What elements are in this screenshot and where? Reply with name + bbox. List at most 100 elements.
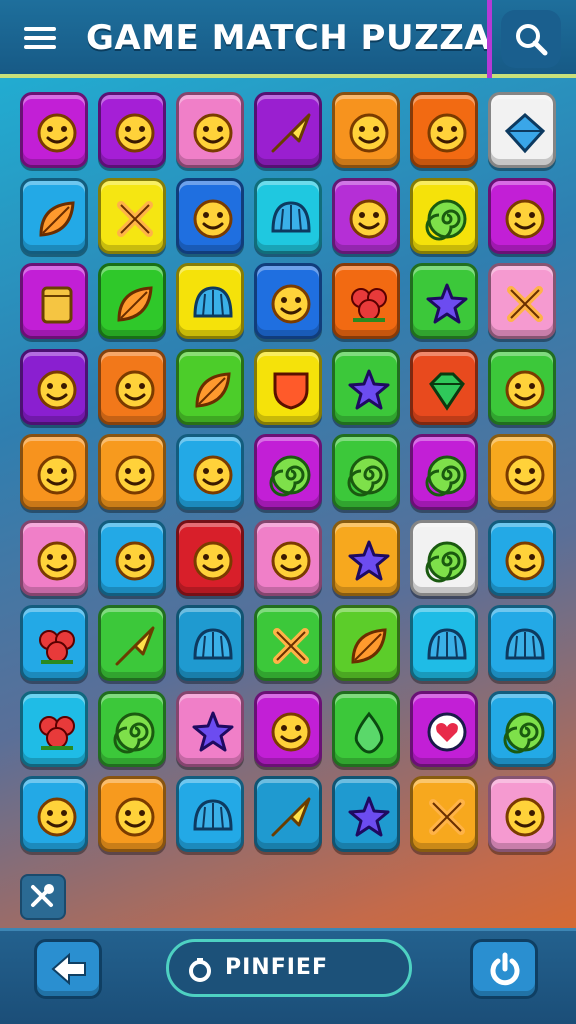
tile-r8-c2[interactable] (98, 690, 166, 767)
arrow-icon (271, 113, 311, 153)
tile-r9-c7[interactable] (488, 776, 556, 852)
tile-r2-c5[interactable] (332, 177, 400, 254)
search-icon (516, 24, 548, 56)
game-board (18, 90, 562, 866)
tile-r3-c1[interactable] (20, 263, 88, 339)
tile-r4-c3[interactable] (176, 348, 244, 425)
tile-r9-c3[interactable] (176, 776, 244, 852)
tile-r5-c4[interactable] (254, 434, 322, 510)
back-arrow-icon (51, 952, 86, 986)
back-button[interactable] (34, 939, 102, 999)
tile-r9-c2[interactable] (98, 776, 166, 852)
tile-r4-c6[interactable] (410, 348, 478, 425)
side-tool-button[interactable] (20, 874, 66, 920)
tile-r1-c4[interactable] (254, 92, 322, 168)
face-icon (505, 199, 545, 238)
face-icon (349, 113, 389, 153)
tile-r5-c3[interactable] (176, 434, 244, 510)
tile-r8-c5[interactable] (332, 690, 400, 767)
hamburger-menu-icon[interactable] (24, 22, 62, 54)
face-icon (505, 797, 545, 837)
tile-r2-c6[interactable] (410, 177, 478, 254)
tile-r4-c4[interactable] (254, 348, 322, 425)
shield-icon (273, 372, 309, 410)
face-icon (115, 797, 155, 837)
tile-r1-c7[interactable] (488, 92, 556, 168)
tile-r8-c7[interactable] (488, 690, 556, 767)
tile-r9-c4[interactable] (254, 776, 322, 852)
tile-r5-c6[interactable] (410, 434, 478, 510)
tile-r5-c2[interactable] (98, 434, 166, 510)
tile-r1-c3[interactable] (176, 92, 244, 168)
tile-r3-c7[interactable] (488, 263, 556, 339)
tile-r2-c2[interactable] (98, 177, 166, 254)
search-button[interactable] (501, 10, 561, 68)
cross-icon (507, 286, 543, 322)
tile-r5-c7[interactable] (488, 434, 556, 510)
tile-r7-c1[interactable] (20, 605, 88, 681)
tile-r6-c6[interactable] (410, 519, 478, 596)
tile-r6-c2[interactable] (98, 519, 166, 596)
center-action-button[interactable]: PINFIEF (166, 939, 412, 997)
cross-icon (429, 799, 465, 835)
title-divider (487, 0, 492, 78)
tile-r3-c5[interactable] (332, 263, 400, 339)
tile-r1-c2[interactable] (98, 92, 166, 168)
game-title: GAME MATCH PUZZA (86, 18, 492, 58)
tile-r8-c6[interactable] (410, 690, 478, 767)
tile-r3-c6[interactable] (410, 263, 478, 339)
diamond-icon (504, 112, 546, 154)
tile-r9-c1[interactable] (20, 776, 88, 852)
tile-r6-c1[interactable] (20, 519, 88, 596)
tile-r2-c4[interactable] (254, 177, 322, 254)
tile-r4-c1[interactable] (20, 348, 88, 425)
tile-r6-c5[interactable] (332, 519, 400, 596)
face-icon (37, 113, 77, 153)
tile-r2-c1[interactable] (20, 177, 88, 254)
tile-r1-c5[interactable] (332, 92, 400, 168)
tile-r7-c5[interactable] (332, 605, 400, 681)
tile-r1-c6[interactable] (410, 92, 478, 168)
star-icon (348, 796, 390, 837)
tile-r8-c1[interactable] (20, 690, 88, 767)
face-icon (115, 541, 155, 580)
tile-r2-c7[interactable] (488, 177, 556, 254)
power-button[interactable] (470, 939, 538, 999)
spiral-icon (113, 712, 155, 753)
face-icon (271, 284, 311, 324)
flower-icon (351, 288, 387, 322)
tile-r4-c7[interactable] (488, 348, 556, 425)
tile-r4-c2[interactable] (98, 348, 166, 425)
tile-r7-c6[interactable] (410, 605, 478, 681)
face-icon (37, 370, 77, 409)
face-icon (37, 797, 77, 837)
tile-r3-c2[interactable] (98, 263, 166, 339)
face-icon (505, 455, 545, 495)
tile-r7-c2[interactable] (98, 605, 166, 681)
tile-r8-c3[interactable] (176, 690, 244, 767)
tile-r6-c3[interactable] (176, 519, 244, 596)
tile-r3-c3[interactable] (176, 263, 244, 339)
star-icon (348, 540, 390, 580)
tile-r9-c5[interactable] (332, 776, 400, 852)
shell-icon (193, 628, 233, 660)
tile-r1-c1[interactable] (20, 92, 88, 168)
tile-r6-c4[interactable] (254, 519, 322, 596)
star-icon (426, 283, 468, 324)
tile-r2-c3[interactable] (176, 177, 244, 254)
face-icon (37, 541, 77, 580)
tile-r8-c4[interactable] (254, 690, 322, 767)
spiral-icon (425, 199, 467, 240)
tile-r9-c6[interactable] (410, 776, 478, 852)
tile-r7-c7[interactable] (488, 605, 556, 681)
tile-r7-c3[interactable] (176, 605, 244, 681)
tile-r4-c5[interactable] (332, 348, 400, 425)
spiral-icon (425, 455, 467, 497)
tile-r3-c4[interactable] (254, 263, 322, 339)
tile-r6-c7[interactable] (488, 519, 556, 596)
gem-icon (429, 372, 465, 411)
tile-r7-c4[interactable] (254, 605, 322, 681)
tile-r5-c1[interactable] (20, 434, 88, 510)
tile-r5-c5[interactable] (332, 434, 400, 510)
spiral-icon (347, 455, 389, 497)
